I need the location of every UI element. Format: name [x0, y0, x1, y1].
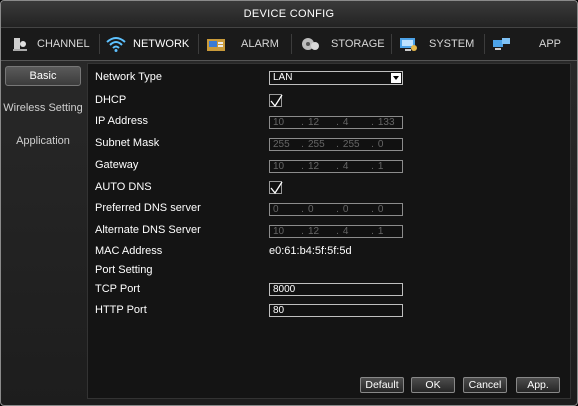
- alternate-dns-label: Alternate DNS Server: [95, 224, 201, 236]
- alternate-dns-field[interactable]: 10. 12. 4. 1: [269, 225, 403, 238]
- auto-dns-label: AUTO DNS: [95, 181, 152, 193]
- ok-button[interactable]: OK: [411, 377, 455, 393]
- dropdown-arrow-icon[interactable]: [391, 73, 401, 83]
- mac-address-label: MAC Address: [95, 245, 163, 257]
- tab-app-label: APP: [539, 38, 562, 50]
- tab-separator: [99, 34, 100, 54]
- tab-separator: [198, 34, 199, 54]
- subnet-mask-label: Subnet Mask: [95, 137, 160, 149]
- gw-octet-1: 10: [273, 161, 285, 172]
- tab-alarm-label: ALARM: [241, 38, 279, 50]
- pdns-octet-1: 0: [273, 204, 279, 215]
- tab-storage-label: STORAGE: [331, 38, 385, 50]
- tab-system-label: SYSTEM: [429, 38, 475, 50]
- sidebar-item-basic[interactable]: Basic: [5, 66, 81, 86]
- mask-octet-4: 0: [377, 139, 384, 150]
- tab-separator: [391, 34, 392, 54]
- alarm-icon: [203, 33, 229, 55]
- gw-octet-2: 12: [307, 161, 320, 172]
- device-config-window: DEVICE CONFIG CHANNEL NETWORK ALARM STOR…: [0, 0, 578, 406]
- network-type-value: LAN: [273, 72, 293, 83]
- ip-octet-2: 12: [307, 117, 320, 128]
- ip-octet-1: 10: [273, 117, 285, 128]
- sidebar-item-application[interactable]: Application: [3, 131, 83, 151]
- checkmark-icon: [270, 181, 283, 195]
- tab-storage[interactable]: STORAGE: [297, 30, 385, 58]
- channel-icon: [7, 33, 33, 55]
- tab-app[interactable]: APP: [489, 30, 561, 58]
- ip-address-label: IP Address: [95, 115, 148, 127]
- sidebar-item-wireless-setting[interactable]: Wireless Setting: [3, 98, 83, 118]
- tab-network[interactable]: NETWORK: [103, 30, 189, 58]
- adns-octet-4: 1: [377, 226, 384, 237]
- window-title: DEVICE CONFIG: [1, 1, 577, 28]
- network-type-label: Network Type: [95, 71, 163, 83]
- tab-separator: [291, 34, 292, 54]
- network-basic-panel: Network Type LAN DHCP IP Address 10. 12.…: [87, 63, 571, 399]
- system-icon: [395, 33, 421, 55]
- main-tab-bar: CHANNEL NETWORK ALARM STORAGE SYSTEM APP: [1, 28, 577, 61]
- pdns-octet-4: 0: [377, 204, 384, 215]
- wifi-icon: [103, 33, 129, 55]
- default-button[interactable]: Default: [360, 377, 404, 393]
- gateway-label: Gateway: [95, 159, 139, 171]
- subnet-mask-field[interactable]: 255. 255. 255. 0: [269, 138, 403, 151]
- port-setting-heading: Port Setting: [95, 264, 153, 276]
- auto-dns-checkbox[interactable]: [269, 181, 283, 195]
- tcp-port-input[interactable]: 8000: [269, 283, 403, 296]
- checkmark-icon: [270, 94, 283, 108]
- mask-octet-1: 255: [273, 139, 290, 150]
- pdns-octet-2: 0: [307, 204, 314, 215]
- tab-separator: [484, 34, 485, 54]
- cancel-button[interactable]: Cancel: [463, 377, 507, 393]
- ip-address-field[interactable]: 10. 12. 4. 133: [269, 116, 403, 129]
- adns-octet-3: 4: [342, 226, 349, 237]
- tab-channel[interactable]: CHANNEL: [7, 30, 90, 58]
- tab-channel-label: CHANNEL: [37, 38, 90, 50]
- storage-icon: [297, 33, 323, 55]
- adns-octet-2: 12: [307, 226, 320, 237]
- tcp-port-label: TCP Port: [95, 283, 141, 295]
- tab-system[interactable]: SYSTEM: [395, 30, 474, 58]
- gateway-field[interactable]: 10. 12. 4. 1: [269, 160, 403, 173]
- gw-octet-4: 1: [377, 161, 384, 172]
- dhcp-checkbox[interactable]: [269, 94, 283, 108]
- ip-octet-3: 4: [342, 117, 349, 128]
- mac-address-value: e0:61:b4:5f:5f:5d: [269, 245, 352, 257]
- preferred-dns-label: Preferred DNS server: [95, 202, 201, 214]
- mask-octet-3: 255: [342, 139, 360, 150]
- adns-octet-1: 10: [273, 226, 285, 237]
- tab-alarm[interactable]: ALARM: [203, 30, 279, 58]
- tab-network-label: NETWORK: [133, 38, 190, 50]
- ip-octet-4: 133: [377, 117, 395, 128]
- http-port-input[interactable]: 80: [269, 304, 403, 317]
- network-type-select[interactable]: LAN: [269, 71, 403, 85]
- dhcp-label: DHCP: [95, 94, 127, 106]
- http-port-label: HTTP Port: [95, 304, 147, 316]
- app-icon: [489, 33, 515, 55]
- pdns-octet-3: 0: [342, 204, 349, 215]
- preferred-dns-field[interactable]: 0. 0. 0. 0: [269, 203, 403, 216]
- gw-octet-3: 4: [342, 161, 349, 172]
- mask-octet-2: 255: [307, 139, 325, 150]
- apply-button[interactable]: App.: [516, 377, 560, 393]
